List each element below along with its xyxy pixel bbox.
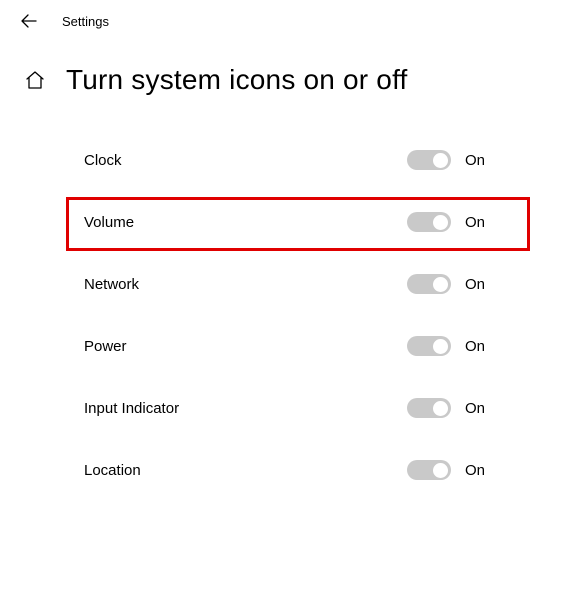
- page-title: Turn system icons on or off: [66, 64, 408, 96]
- item-label: Location: [84, 462, 407, 479]
- item-label: Power: [84, 338, 407, 355]
- toggle-state-label: On: [465, 152, 485, 169]
- toggle-location[interactable]: [407, 460, 451, 480]
- toggle-knob-icon: [433, 463, 448, 478]
- back-button[interactable]: [20, 12, 38, 30]
- list-item: Power On: [84, 320, 517, 372]
- page-header: Turn system icons on or off: [0, 42, 567, 106]
- toggle-network[interactable]: [407, 274, 451, 294]
- toggle-state-label: On: [465, 338, 485, 355]
- list-item: Network On: [84, 258, 517, 310]
- toggle-power[interactable]: [407, 336, 451, 356]
- toggle-state-label: On: [465, 400, 485, 417]
- toggle-clock[interactable]: [407, 150, 451, 170]
- toggle-knob-icon: [433, 339, 448, 354]
- list-item: Volume On: [84, 196, 517, 248]
- system-icons-list: Clock On Volume On Network On Power On I…: [0, 106, 567, 496]
- toggle-knob-icon: [433, 153, 448, 168]
- item-label: Volume: [84, 214, 407, 231]
- toggle-knob-icon: [433, 401, 448, 416]
- toggle-volume[interactable]: [407, 212, 451, 232]
- toggle-state-label: On: [465, 214, 485, 231]
- arrow-left-icon: [21, 13, 37, 29]
- item-label: Clock: [84, 152, 407, 169]
- toggle-state-label: On: [465, 462, 485, 479]
- home-icon: [25, 70, 45, 90]
- item-label: Input Indicator: [84, 400, 407, 417]
- window-title: Settings: [62, 14, 109, 29]
- list-item: Input Indicator On: [84, 382, 517, 434]
- item-label: Network: [84, 276, 407, 293]
- list-item: Location On: [84, 444, 517, 496]
- list-item: Clock On: [84, 134, 517, 186]
- home-button[interactable]: [24, 69, 46, 91]
- toggle-knob-icon: [433, 277, 448, 292]
- titlebar: Settings: [0, 0, 567, 42]
- toggle-input-indicator[interactable]: [407, 398, 451, 418]
- toggle-state-label: On: [465, 276, 485, 293]
- toggle-knob-icon: [433, 215, 448, 230]
